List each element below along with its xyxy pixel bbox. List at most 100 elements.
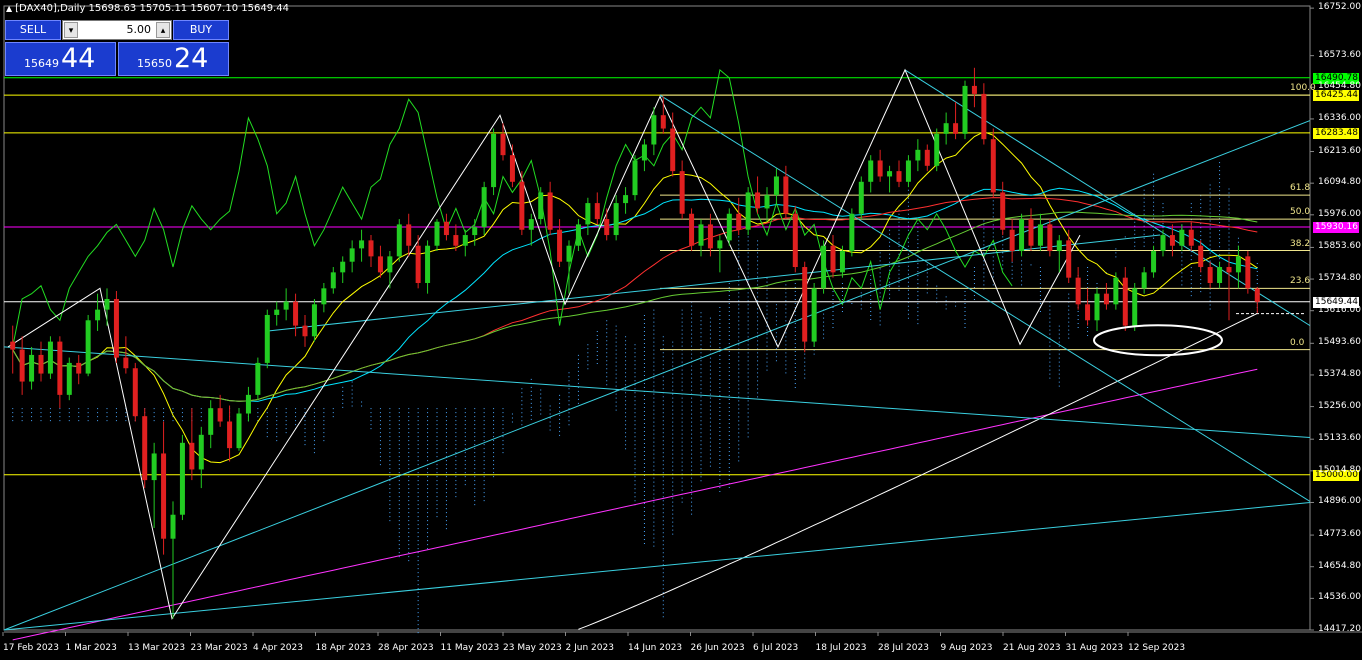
x-tick-label: 31 Aug 2023 [1065, 643, 1124, 653]
candle-body [1217, 267, 1223, 284]
candle-body [443, 221, 449, 236]
lot-size-value[interactable]: 5.00 [127, 23, 152, 36]
candle-body [1235, 256, 1241, 273]
x-tick-label: 23 May 2023 [503, 643, 562, 653]
y-tick-label: 16213.60 [1318, 145, 1361, 156]
sell-price-button[interactable]: 15649 44 [5, 42, 116, 76]
y-tick-label: 15133.60 [1318, 433, 1361, 444]
candle-body [396, 224, 402, 257]
candle-body [707, 224, 713, 249]
fib-label-38.2: 38.2 [1290, 238, 1311, 249]
x-tick-label: 23 Mar 2023 [190, 643, 248, 653]
candle-body [604, 219, 610, 236]
candle-body [387, 256, 393, 273]
candle-body [1160, 235, 1166, 252]
candle-body [1122, 277, 1128, 326]
candle-body [500, 133, 506, 156]
chart-header: ▲ [DAX40],Daily 15698.63 15705.11 15607.1… [6, 3, 289, 14]
trend-line-5 [267, 234, 1161, 332]
price-chart[interactable] [0, 0, 1362, 660]
y-tick-label: 15256.00 [1318, 400, 1361, 411]
candle-body [123, 357, 129, 369]
y-tick-label: 15734.80 [1318, 273, 1361, 284]
candle-body [189, 442, 195, 470]
candle-body [896, 171, 902, 182]
candle-body [755, 192, 761, 209]
lot-increase-icon[interactable]: ▴ [156, 22, 170, 38]
candle-body [85, 320, 91, 374]
candle-body [519, 181, 525, 230]
candle-body [1028, 219, 1034, 246]
candle-body [1009, 229, 1015, 252]
trend-line-3 [659, 94, 1311, 502]
candle-body [349, 248, 355, 262]
lot-size-field[interactable]: ▾ 5.00 ▴ [62, 20, 172, 40]
ma-kijun-line [12, 187, 1258, 402]
candle-body [227, 421, 233, 449]
candle-body [1141, 272, 1147, 289]
y-tick-label: 15374.80 [1318, 368, 1361, 379]
y-tick-label: 15014.80 [1318, 464, 1361, 475]
candle-body [981, 93, 987, 140]
candle-body [547, 192, 553, 230]
candle-body [311, 304, 317, 337]
x-tick-label: 13 Mar 2023 [128, 643, 186, 653]
trend-line-2 [3, 346, 1311, 438]
candle-body [1198, 245, 1204, 268]
buy-price-button[interactable]: 15650 24 [118, 42, 229, 76]
candle-body [557, 229, 563, 262]
lot-decrease-icon[interactable]: ▾ [64, 22, 78, 38]
candle-body [849, 213, 855, 252]
buy-price-prefix: 15650 [137, 57, 172, 70]
candle-body [95, 309, 101, 321]
candle-body [151, 453, 157, 481]
candle-body [453, 235, 459, 246]
x-tick-label: 28 Jul 2023 [878, 643, 929, 653]
buy-button[interactable]: BUY [173, 20, 229, 40]
candle-body [660, 115, 666, 129]
x-tick-label: 2 Jun 2023 [565, 643, 614, 653]
y-tick-label: 16336.00 [1318, 112, 1361, 123]
candle-body [76, 362, 82, 374]
collapse-triangle-icon[interactable]: ▲ [6, 4, 12, 13]
candle-body [623, 195, 629, 204]
x-tick-label: 18 Apr 2023 [315, 643, 372, 653]
sell-button[interactable]: SELL [5, 20, 61, 40]
candle-body [830, 245, 836, 273]
candle-body [1075, 277, 1081, 305]
candle-body [868, 160, 874, 182]
candle-body [293, 301, 299, 326]
level-tag-15930.16: 15930.16 [1313, 222, 1359, 234]
candle-body [764, 195, 770, 209]
candle-body [839, 251, 845, 273]
x-tick-label: 14 Jun 2023 [628, 643, 683, 653]
sell-price-prefix: 15649 [24, 57, 59, 70]
candle-body [47, 341, 53, 374]
candle-body [726, 213, 732, 241]
candle-body [406, 224, 412, 246]
candle-body [670, 128, 676, 172]
candle-body [142, 416, 148, 481]
candle-body [19, 349, 25, 382]
candle-body [340, 261, 346, 273]
symbol-ohlc-line: [DAX40],Daily 15698.63 15705.11 15607.10… [15, 3, 289, 14]
candle-body [990, 139, 996, 193]
candle-body [264, 314, 270, 363]
candle-body [1037, 224, 1043, 246]
ma-50-line [12, 197, 1258, 402]
candle-body [255, 362, 261, 395]
candle-body [1207, 267, 1213, 284]
x-tick-label: 11 May 2023 [440, 643, 500, 653]
y-tick-label: 16094.80 [1318, 177, 1361, 188]
x-tick-label: 12 Sep 2023 [1128, 643, 1186, 653]
y-tick-label: 14896.00 [1318, 496, 1361, 507]
x-tick-label: 21 Aug 2023 [1003, 643, 1061, 653]
candle-body [283, 301, 289, 310]
candle-body [236, 413, 242, 449]
candle-body [736, 213, 742, 230]
candle-body [66, 362, 72, 395]
candle-body [302, 325, 308, 337]
candle-body [887, 171, 893, 177]
candle-body [132, 368, 138, 417]
candle-body [472, 227, 478, 236]
